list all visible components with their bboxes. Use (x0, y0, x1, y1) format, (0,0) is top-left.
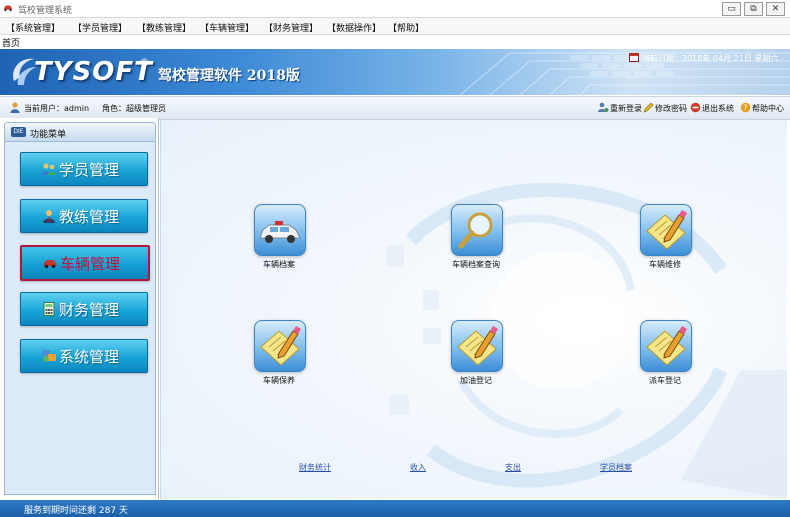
tile-label: 车辆档案查询 (452, 260, 500, 269)
link-finance-stats[interactable]: 财务统计 (299, 462, 331, 473)
car-icon (43, 260, 57, 269)
background-swirl-decoration (386, 183, 787, 499)
menu-system[interactable]: 【系统管理】 (6, 21, 60, 34)
tile-label: 车辆维修 (649, 260, 681, 269)
user-role: 角色：超级管理员 (102, 104, 166, 113)
brand-logo: TYSOFT (34, 57, 153, 87)
tile-vehicle-maintenance[interactable]: 车辆保养 (216, 320, 336, 400)
minimize-button[interactable]: ▭ (722, 2, 741, 16)
current-date: 当前日期：2018年 04月 21日 星期六 (642, 54, 779, 63)
maximize-button[interactable]: ⧉ (744, 2, 763, 16)
police-car-icon (259, 221, 301, 243)
relogin-icon (598, 102, 609, 112)
notepad-pencil-icon (457, 326, 498, 366)
sidebar-item-label: 系统管理 (59, 348, 120, 366)
tile-vehicle-query[interactable]: 车辆档案查询 (413, 204, 533, 284)
main-panel: 车辆档案 车辆档案查询 车辆维修 车辆保养 加油登记 派车登记 财务统计 收入 … (160, 120, 787, 499)
tile-label: 车辆保养 (263, 376, 295, 385)
coach-icon (43, 210, 55, 223)
menu-coaches[interactable]: 【教练管理】 (137, 21, 191, 34)
service-expiry-status: 服务到期时间还剩 287 天 (24, 506, 128, 516)
magnifier-icon (458, 212, 493, 249)
tile-icon-box (640, 320, 692, 372)
sidebar-item-system[interactable]: 系统管理 (20, 339, 148, 373)
tile-icon-box (254, 320, 306, 372)
current-user: 当前用户：admin (24, 104, 90, 113)
tile-icon-box (451, 204, 503, 256)
window-title: 驾校管理系统 (18, 6, 73, 16)
tile-dispatch[interactable]: 派车登记 (602, 320, 722, 400)
change-password-button[interactable]: 修改密码 (655, 103, 687, 114)
calculator-icon (43, 302, 55, 316)
sidebar-title: 功能菜单 (30, 130, 67, 140)
menu-badge-icon: DIE (11, 127, 26, 137)
link-student-files[interactable]: 学员档案 (600, 462, 632, 473)
user-icon (10, 102, 20, 113)
notepad-pencil-icon (260, 326, 301, 366)
help-center-button[interactable]: 帮助中心 (752, 103, 784, 114)
sidebar-item-label: 车辆管理 (60, 255, 121, 273)
header-banner: TYSOFT ® 驾校管理软件 2018版 当前日期：2018年 04月 21日… (0, 49, 790, 95)
link-expense[interactable]: 支出 (505, 462, 521, 473)
tile-label: 派车登记 (649, 376, 681, 385)
notepad-pencil-icon (646, 210, 687, 250)
tile-vehicle-repair[interactable]: 车辆维修 (602, 204, 722, 284)
sidebar-item-coaches[interactable]: 教练管理 (20, 199, 148, 233)
sidebar-header: DIE 功能菜单 (4, 122, 156, 142)
tab-home[interactable]: 首页 (2, 36, 20, 49)
menu-bar: 【系统管理】 【学员管理】 【教练管理】 【车辆管理】 【财务管理】 【数据操作… (0, 18, 790, 35)
sidebar-item-label: 财务管理 (59, 301, 120, 319)
registered-mark: ® (139, 56, 150, 69)
tile-icon-box (451, 320, 503, 372)
pencil-icon (643, 102, 654, 113)
product-title: 驾校管理软件 2018版 (158, 68, 300, 84)
exit-button[interactable]: 退出系统 (702, 103, 734, 114)
svg-text:?: ? (743, 103, 747, 112)
tab-bar: 首页 (0, 35, 790, 50)
menu-data[interactable]: 【数据操作】 (327, 21, 381, 34)
sidebar: DIE 功能菜单 学员管理 教练管理 车辆管理 财务管理 系统管理 (0, 118, 159, 499)
sidebar-item-label: 学员管理 (59, 161, 120, 179)
exit-icon (690, 102, 701, 113)
menu-vehicles[interactable]: 【车辆管理】 (200, 21, 254, 34)
close-button[interactable]: ✕ (766, 2, 785, 16)
tile-label: 车辆档案 (263, 260, 295, 269)
menu-finance[interactable]: 【财务管理】 (264, 21, 318, 34)
menu-students[interactable]: 【学员管理】 (73, 21, 127, 34)
status-bar: 服务到期时间还剩 287 天 (0, 500, 790, 517)
sidebar-item-vehicles[interactable]: 车辆管理 (20, 245, 150, 281)
tile-refuel[interactable]: 加油登记 (413, 320, 533, 400)
menu-help[interactable]: 【帮助】 (388, 21, 424, 34)
user-info-bar: 当前用户：admin 角色：超级管理员 重新登录 修改密码 退出系统 ? 帮助中… (0, 96, 790, 120)
students-icon (41, 163, 57, 175)
tile-label: 加油登记 (460, 376, 492, 385)
tile-icon-box (254, 204, 306, 256)
notepad-pencil-icon (646, 326, 687, 366)
link-income[interactable]: 收入 (410, 462, 426, 473)
car-app-icon (3, 5, 13, 12)
sidebar-item-finance[interactable]: 财务管理 (20, 292, 148, 326)
sidebar-item-students[interactable]: 学员管理 (20, 152, 148, 186)
title-bar: 驾校管理系统 ▭ ⧉ ✕ (0, 0, 790, 18)
calendar-icon (629, 53, 639, 62)
help-icon: ? (740, 102, 751, 113)
system-icon (42, 350, 56, 362)
sidebar-menu: 学员管理 教练管理 车辆管理 财务管理 系统管理 (4, 142, 156, 495)
tile-vehicle-file[interactable]: 车辆档案 (216, 204, 336, 284)
relogin-button[interactable]: 重新登录 (610, 103, 642, 114)
tile-icon-box (640, 204, 692, 256)
sidebar-item-label: 教练管理 (59, 208, 120, 226)
